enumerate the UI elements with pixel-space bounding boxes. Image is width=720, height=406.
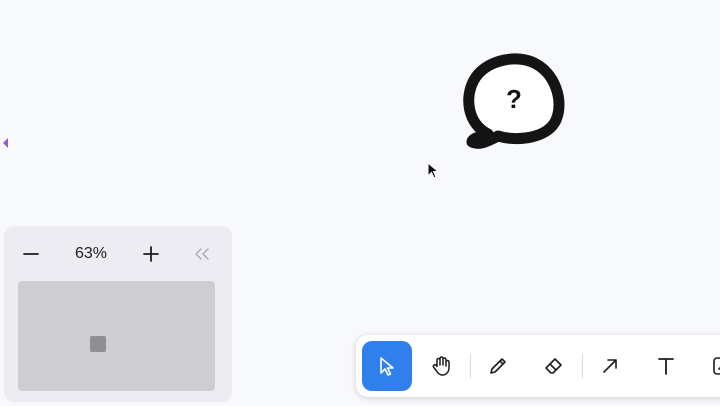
speech-bubble-shape[interactable]: ?	[460, 50, 570, 155]
tool-draw-button[interactable]	[473, 341, 523, 391]
bubble-text: ?	[506, 84, 522, 114]
collapse-minimap-button[interactable]	[184, 238, 220, 270]
pencil-icon	[490, 358, 506, 374]
plus-icon	[143, 246, 159, 262]
tool-text-button[interactable]	[641, 341, 691, 391]
minus-icon	[23, 253, 39, 255]
tool-hand-button[interactable]	[417, 341, 467, 391]
main-toolbar	[356, 335, 720, 397]
hand-icon	[432, 356, 450, 376]
tool-arrow-button[interactable]	[585, 341, 635, 391]
pointer-icon	[380, 357, 394, 376]
chevrons-left-icon	[195, 248, 209, 260]
minimap-shape	[90, 336, 106, 352]
navigation-panel: 63%	[4, 226, 232, 402]
zoom-controls: 63%	[4, 238, 232, 270]
zoom-level-button[interactable]: 63%	[58, 238, 124, 270]
toolbar-divider	[582, 353, 583, 379]
toolbar-divider	[470, 353, 471, 379]
tool-select-button[interactable]	[362, 341, 412, 391]
collapse-left-icon[interactable]	[2, 137, 10, 149]
zoom-out-button[interactable]	[13, 238, 49, 270]
tool-asset-button[interactable]	[697, 341, 720, 391]
tool-eraser-button[interactable]	[529, 341, 579, 391]
zoom-in-button[interactable]	[133, 238, 169, 270]
image-icon	[713, 357, 720, 375]
arrow-icon	[603, 359, 617, 373]
mouse-cursor-icon	[427, 162, 439, 179]
minimap[interactable]	[18, 281, 215, 391]
eraser-icon	[545, 358, 562, 374]
text-icon	[658, 358, 674, 375]
